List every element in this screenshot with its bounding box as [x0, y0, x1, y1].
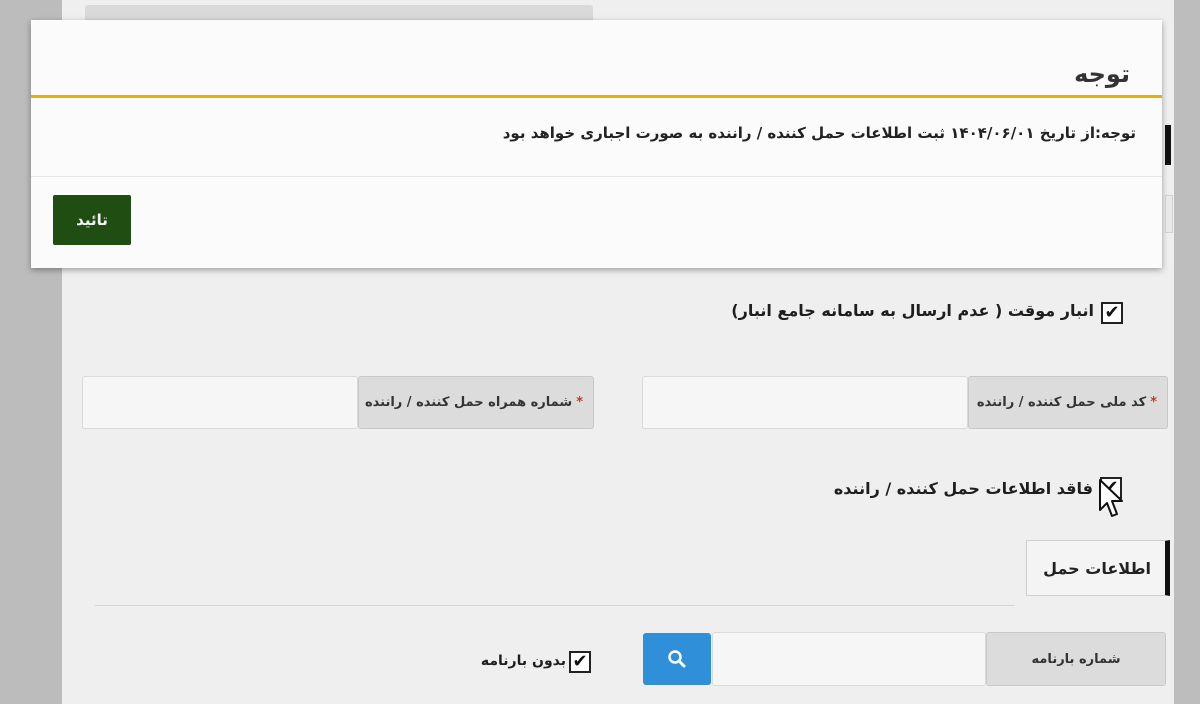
confirm-button[interactable]: تائید: [53, 195, 131, 245]
tab-shipping-info[interactable]: اطلاعات حمل: [1026, 540, 1170, 596]
waybill-input[interactable]: [712, 632, 986, 686]
national-id-label-text: کد ملی حمل کننده / راننده: [976, 395, 1147, 410]
section-divider: [95, 605, 1015, 606]
scrollbar-track-segment: [1165, 195, 1173, 233]
mobile-input[interactable]: [82, 376, 358, 429]
national-id-input[interactable]: [642, 376, 968, 429]
search-button[interactable]: [643, 633, 711, 685]
search-icon: [668, 650, 686, 668]
mobile-label-text: شماره همراه حمل کننده / راننده: [364, 395, 573, 410]
required-mark: *: [576, 395, 583, 410]
no-waybill-checkbox[interactable]: ✔: [569, 651, 591, 673]
no-waybill-label: بدون بارنامه: [480, 653, 566, 669]
waybill-label: شماره بارنامه: [986, 632, 1166, 686]
right-background: [1174, 0, 1200, 704]
check-icon: ✔: [572, 651, 588, 672]
modal-title: توجه: [1074, 60, 1130, 88]
scrollbar-thumb[interactable]: [1165, 125, 1171, 165]
mouse-cursor-icon: [1099, 479, 1123, 517]
national-id-label: * کد ملی حمل کننده / راننده: [968, 376, 1168, 429]
check-icon: ✔: [1104, 302, 1120, 323]
temp-warehouse-label: انبار موقت ( عدم ارسال به سامانه جامع ان…: [731, 301, 1094, 320]
no-driver-info-label: فاقد اطلاعات حمل کننده / راننده: [833, 479, 1093, 498]
temp-warehouse-checkbox[interactable]: ✔: [1101, 302, 1123, 324]
modal-footer-separator: [31, 176, 1162, 177]
mobile-label: * شماره همراه حمل کننده / راننده: [358, 376, 594, 429]
required-mark: *: [1150, 395, 1157, 410]
modal-message: توجه:از تاریخ ۱۴۰۴/۰۶/۰۱ ثبت اطلاعات حمل…: [502, 124, 1136, 142]
modal-title-rule: [31, 95, 1162, 98]
notice-modal: توجه توجه:از تاریخ ۱۴۰۴/۰۶/۰۱ ثبت اطلاعا…: [31, 20, 1162, 268]
